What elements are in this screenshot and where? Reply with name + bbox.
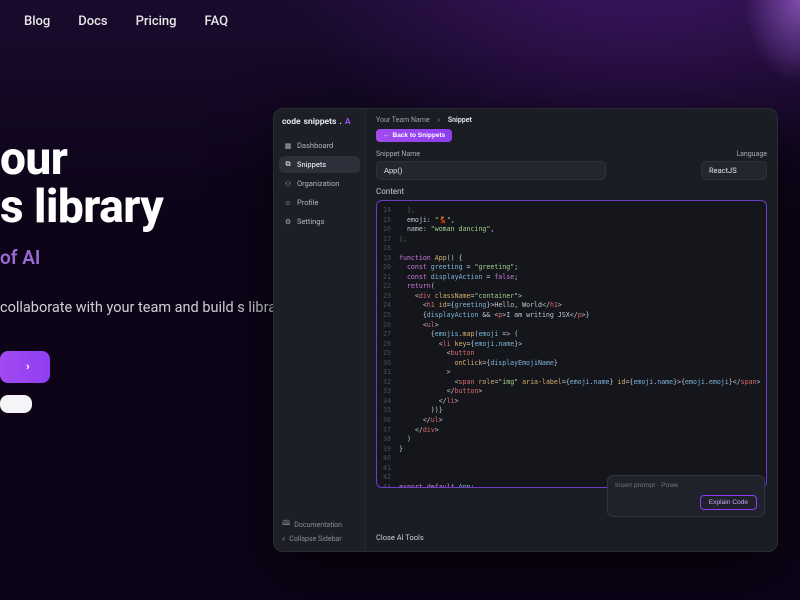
- snippet-lang-label: Language: [736, 150, 767, 158]
- sidebar-footer-label: Collapse Sidebar: [289, 535, 341, 543]
- sidebar-item-label: Settings: [297, 217, 324, 226]
- app-bottom-bar: Close AI Tools: [366, 526, 777, 551]
- sidebar-item-snippets[interactable]: ⧉ Snippets: [279, 156, 360, 173]
- sidebar-item-profile[interactable]: ☺ Profile: [279, 194, 360, 211]
- users-icon: ⚇: [284, 180, 292, 188]
- sidebar-item-label: Snippets: [297, 160, 326, 169]
- nav-link-blog[interactable]: Blog: [24, 14, 50, 29]
- snippet-lang-select[interactable]: ReactJS: [701, 161, 767, 180]
- gear-icon: ⚙: [284, 218, 292, 226]
- breadcrumb-current: Snippet: [448, 116, 472, 124]
- sidebar-footer: 🕮 Documentation « Collapse Sidebar: [274, 513, 365, 551]
- close-ai-tools-button[interactable]: Close AI Tools: [376, 533, 424, 542]
- sidebar-item-dashboard[interactable]: ▦ Dashboard: [279, 137, 360, 154]
- primary-cta-button[interactable]: ›: [0, 351, 50, 383]
- back-button-label: Back to Snippets: [393, 132, 446, 139]
- secondary-cta-button[interactable]: [0, 395, 32, 413]
- snippet-name-label: Snippet Name: [376, 150, 606, 158]
- app-sidebar: codesnippets. A ▦ Dashboard ⧉ Snippets ⚇ …: [274, 109, 366, 551]
- code-content[interactable]: }, emoji: "💃", name: "woman dancing", };…: [395, 201, 766, 488]
- breadcrumb: Your Team Name › Snippet: [366, 109, 777, 129]
- chevron-right-icon: ›: [26, 361, 30, 373]
- top-nav: Blog Docs Pricing FAQ: [0, 0, 800, 29]
- sidebar-footer-label: Documentation: [294, 521, 342, 529]
- sidebar-item-label: Profile: [297, 198, 318, 207]
- ai-prompt-input[interactable]: [615, 482, 757, 489]
- explain-code-button[interactable]: Explain Code: [700, 495, 757, 510]
- app-preview-window: codesnippets. A ▦ Dashboard ⧉ Snippets ⚇ …: [273, 108, 778, 552]
- chevron-left-icon: ←: [383, 132, 390, 139]
- snippet-meta-row: Snippet Name Language ReactJS: [366, 148, 777, 180]
- sidebar-item-label: Organization: [297, 179, 339, 188]
- content-label: Content: [366, 180, 777, 200]
- snippet-lang-group: Language ReactJS: [701, 150, 767, 180]
- grid-icon: ▦: [284, 142, 292, 150]
- app-main: Your Team Name › Snippet ← Back to Snipp…: [366, 109, 777, 551]
- nav-link-docs[interactable]: Docs: [78, 14, 107, 29]
- snippet-name-group: Snippet Name: [376, 150, 606, 180]
- code-editor-inner: 14 15 16 17 18 19 20 21 22 23 24 25 26 2…: [377, 201, 766, 488]
- logo-dot: .: [339, 117, 341, 127]
- hero-title-line2: s library: [0, 180, 163, 234]
- collapse-icon: «: [282, 535, 285, 543]
- snippet-name-input[interactable]: [376, 161, 606, 180]
- logo-suffix: snippets: [304, 117, 337, 127]
- code-editor[interactable]: 14 15 16 17 18 19 20 21 22 23 24 25 26 2…: [376, 200, 767, 488]
- chevron-right-icon: ›: [438, 116, 440, 124]
- app-logo: codesnippets. A: [274, 109, 365, 133]
- ai-prompt-panel: Explain Code: [607, 475, 765, 517]
- sidebar-footer-documentation[interactable]: 🕮 Documentation: [282, 519, 357, 530]
- logo-badge: A: [345, 117, 351, 127]
- sidebar-items: ▦ Dashboard ⧉ Snippets ⚇ Organization ☺ …: [274, 133, 365, 234]
- breadcrumb-team[interactable]: Your Team Name: [376, 116, 430, 124]
- back-to-snippets-button[interactable]: ← Back to Snippets: [376, 129, 452, 142]
- sidebar-item-organization[interactable]: ⚇ Organization: [279, 175, 360, 192]
- line-gutter: 14 15 16 17 18 19 20 21 22 23 24 25 26 2…: [377, 201, 395, 488]
- user-icon: ☺: [284, 199, 292, 207]
- code-icon: ⧉: [284, 161, 292, 169]
- nav-link-pricing[interactable]: Pricing: [136, 14, 177, 29]
- sidebar-item-settings[interactable]: ⚙ Settings: [279, 213, 360, 230]
- nav-link-faq[interactable]: FAQ: [205, 14, 229, 29]
- sidebar-item-label: Dashboard: [297, 141, 333, 150]
- hero-title-line1: our: [0, 132, 67, 186]
- sidebar-footer-collapse[interactable]: « Collapse Sidebar: [282, 535, 357, 543]
- logo-prefix: code: [282, 117, 301, 127]
- doc-icon: 🕮: [282, 519, 290, 530]
